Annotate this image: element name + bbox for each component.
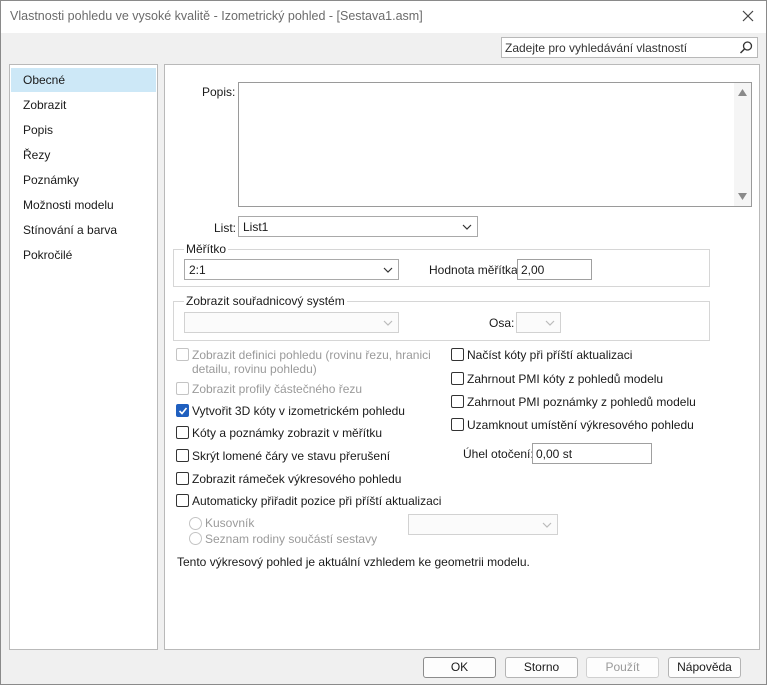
- scroll-up-icon[interactable]: [738, 89, 747, 96]
- description-label: Popis:: [202, 85, 236, 99]
- scale-combo-value: 2:1: [189, 263, 206, 277]
- nav-item-popis[interactable]: Popis: [11, 118, 156, 142]
- coord-system-group-title: Zobrazit souřadnicový systém: [184, 294, 347, 308]
- table-select-combo[interactable]: [408, 514, 558, 535]
- checkmark-icon: [178, 407, 188, 415]
- coord-system-combo[interactable]: [184, 312, 399, 333]
- auto-assign-positions-checkbox[interactable]: [176, 494, 189, 507]
- axis-label: Osa:: [489, 316, 515, 330]
- nav-item-obecne[interactable]: Obecné: [11, 68, 156, 92]
- apply-button[interactable]: Použít: [586, 657, 659, 678]
- include-pmi-dims-label: Zahrnout PMI kóty z pohledů modelu: [467, 372, 664, 386]
- scale-factor-input[interactable]: 2,00: [517, 259, 592, 280]
- show-view-definition-label: Zobrazit definici pohledu (rovinu řezu, …: [192, 348, 431, 376]
- show-partial-section-label: Zobrazit profily částečného řezu: [192, 382, 363, 396]
- bom-radio[interactable]: [189, 517, 202, 530]
- auto-assign-positions-label: Automaticky přiřadit pozice při příští a…: [192, 494, 442, 508]
- property-search-input[interactable]: [502, 38, 734, 57]
- close-button[interactable]: [734, 3, 762, 29]
- scale-annotations-checkbox[interactable]: [176, 426, 189, 439]
- nav-item-label: Řezy: [23, 148, 51, 162]
- family-table-radio-label: Seznam rodiny součástí sestavy: [205, 532, 378, 546]
- nav-item-label: Možnosti modelu: [23, 198, 114, 212]
- include-pmi-dims-checkbox[interactable]: [451, 372, 464, 385]
- scale-group-title: Měřítko: [184, 242, 229, 256]
- rotation-label: Úhel otočení:: [463, 447, 534, 461]
- cancel-button[interactable]: Storno: [505, 657, 578, 678]
- ok-button[interactable]: OK: [423, 657, 496, 678]
- chevron-down-icon: [462, 224, 472, 230]
- property-search-box: [501, 37, 758, 58]
- nav-item-label: Popis: [23, 123, 54, 137]
- scale-annotations-label: Kóty a poznámky zobrazit v měřítku: [192, 426, 383, 440]
- show-view-frame-label: Zobrazit rámeček výkresového pohledu: [192, 472, 402, 486]
- show-view-definition-checkbox[interactable]: [176, 348, 189, 361]
- nav-item-label: Pokročilé: [23, 248, 73, 262]
- show-partial-section-checkbox[interactable]: [176, 382, 189, 395]
- lock-view-position-checkbox[interactable]: [451, 418, 464, 431]
- nav-item-label: Obecné: [23, 73, 66, 87]
- chevron-down-icon: [383, 267, 393, 273]
- nav-item-label: Poznámky: [23, 173, 80, 187]
- scroll-down-icon[interactable]: [738, 193, 747, 200]
- status-text: Tento výkresový pohled je aktuální vzhle…: [177, 555, 530, 569]
- create-3d-dims-label: Vytvořit 3D kóty v izometrickém pohledu: [192, 404, 405, 418]
- sheet-label: List:: [214, 221, 237, 235]
- dialog-window: Vlastnosti pohledu ve vysoké kvalitě - I…: [0, 0, 767, 685]
- show-view-definition-line1: Zobrazit definici pohledu (rovinu řezu, …: [192, 348, 431, 362]
- title-bar: Vlastnosti pohledu ve vysoké kvalitě - I…: [1, 1, 766, 33]
- chevron-down-icon: [542, 522, 552, 528]
- help-button[interactable]: Nápověda: [668, 657, 741, 678]
- lock-view-position-label: Uzamknout umístění výkresového pohledu: [467, 418, 694, 432]
- hide-break-lines-label: Skrýt lomené čáry ve stavu přerušení: [192, 449, 391, 463]
- nav-item-label: Stínování a barva: [23, 223, 118, 237]
- scale-factor-label: Hodnota měřítka:: [429, 263, 522, 277]
- rotation-value: 0,00 st: [536, 447, 573, 461]
- chevron-down-icon: [545, 320, 555, 326]
- include-pmi-notes-checkbox[interactable]: [451, 395, 464, 408]
- create-3d-dims-checkbox[interactable]: [176, 404, 189, 417]
- bom-radio-label: Kusovník: [205, 516, 255, 530]
- retrieve-dims-checkbox[interactable]: [451, 348, 464, 361]
- close-icon: [742, 10, 754, 22]
- description-textarea[interactable]: [238, 82, 752, 207]
- window-title: Vlastnosti pohledu ve vysoké kvalitě - I…: [10, 9, 423, 23]
- rotation-input[interactable]: 0,00 st: [532, 443, 652, 464]
- axis-combo[interactable]: [516, 312, 561, 333]
- sheet-combo-value: List1: [243, 220, 269, 234]
- nav-item-pokrocile[interactable]: Pokročilé: [11, 243, 156, 267]
- show-view-definition-line2: detailu, rovinu pohledu): [192, 362, 317, 376]
- include-pmi-notes-label: Zahrnout PMI poznámky z pohledů modelu: [467, 395, 696, 409]
- nav-item-stinovani-a-barva[interactable]: Stínování a barva: [11, 218, 156, 242]
- scale-combo[interactable]: 2:1: [184, 259, 399, 280]
- sheet-combo[interactable]: List1: [238, 216, 478, 237]
- nav-item-moznosti-modelu[interactable]: Možnosti modelu: [11, 193, 156, 217]
- nav-item-poznamky[interactable]: Poznámky: [11, 168, 156, 192]
- chevron-down-icon: [383, 320, 393, 326]
- scale-factor-value: 2,00: [521, 263, 545, 277]
- category-list: Obecné Zobrazit Popis Řezy Poznámky Možn…: [9, 64, 158, 650]
- nav-item-label: Zobrazit: [23, 98, 67, 112]
- show-view-frame-checkbox[interactable]: [176, 472, 189, 485]
- retrieve-dims-label: Načíst kóty při příští aktualizaci: [467, 348, 633, 362]
- nav-item-zobrazit[interactable]: Zobrazit: [11, 93, 156, 117]
- hide-break-lines-checkbox[interactable]: [176, 449, 189, 462]
- search-icon[interactable]: [739, 40, 754, 55]
- description-scrollbar[interactable]: [734, 83, 751, 206]
- family-table-radio[interactable]: [189, 532, 202, 545]
- nav-item-rezy[interactable]: Řezy: [11, 143, 156, 167]
